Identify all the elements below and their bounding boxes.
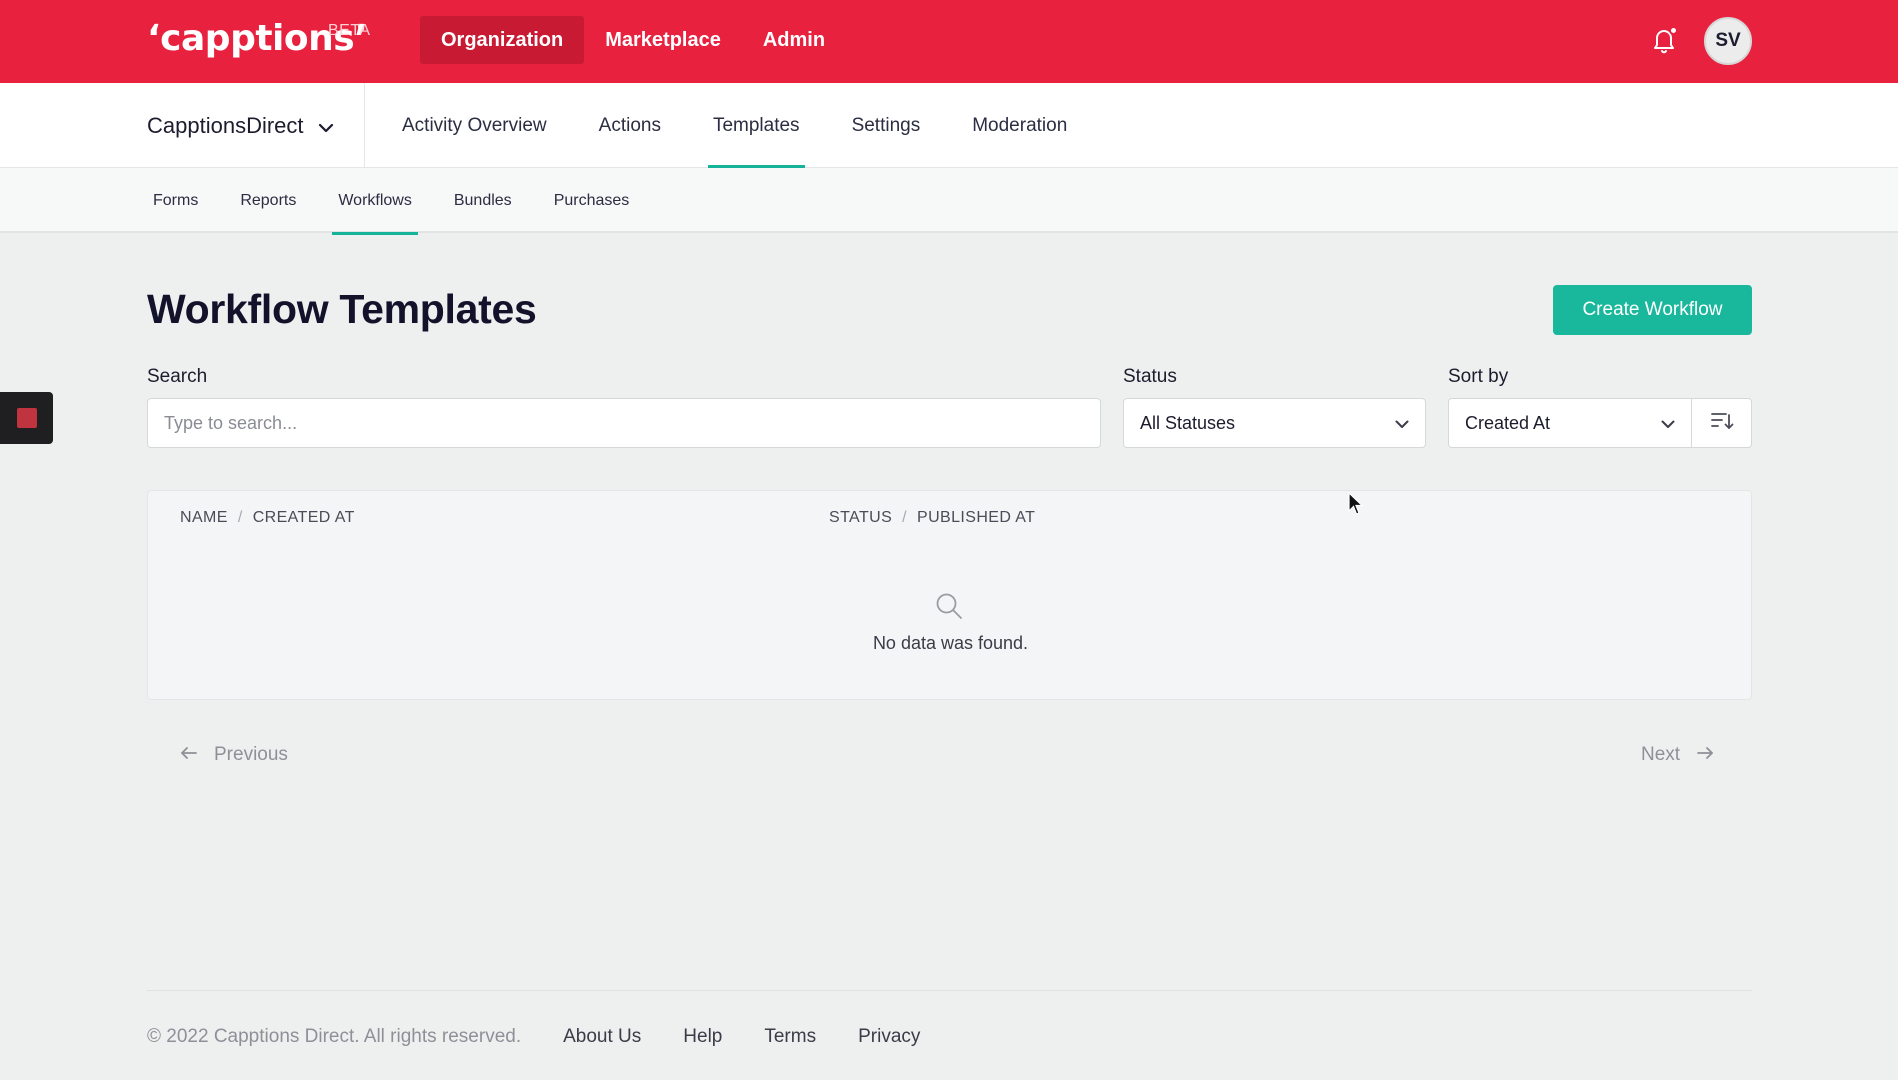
divider	[364, 83, 365, 168]
page-title: Workflow Templates	[147, 286, 537, 332]
stop-icon	[16, 408, 37, 428]
org-selector[interactable]: CapptionsDirect	[147, 83, 334, 168]
org-selector-value: CapptionsDirect	[147, 112, 304, 138]
status-label: Status	[1123, 366, 1177, 387]
search-input[interactable]: Type to search...	[147, 398, 1101, 448]
empty-state-text: No data was found.	[872, 633, 1029, 653]
tab-reports[interactable]: Reports	[219, 168, 317, 233]
template-type-bar: Forms Reports Workflows Bundles Purchase…	[0, 168, 1898, 235]
separator: /	[902, 509, 908, 526]
column-header-status-label: STATUS	[829, 509, 893, 526]
tab-purchases[interactable]: Purchases	[533, 168, 651, 233]
avatar[interactable]: SV	[1704, 17, 1752, 65]
footer-link-help[interactable]: Help	[683, 1026, 722, 1048]
templates-table: NAME / CREATED AT STATUS / PUBLISHED AT …	[147, 490, 1752, 700]
footer-link-terms[interactable]: Terms	[764, 1026, 816, 1048]
status-select[interactable]: All Statuses	[1123, 398, 1426, 448]
footer-divider	[147, 990, 1752, 991]
sort-label: Sort by	[1448, 366, 1509, 387]
chevron-down-icon	[1395, 413, 1409, 434]
footer-link-about-us[interactable]: About Us	[563, 1026, 641, 1048]
mouse-cursor-icon	[1348, 491, 1364, 521]
next-page-label: Next	[1641, 744, 1681, 765]
recording-widget[interactable]	[0, 392, 53, 444]
search-label: Search	[147, 366, 208, 387]
sort-descending-icon	[1710, 411, 1734, 436]
separator: /	[237, 509, 243, 526]
notification-dot	[1669, 26, 1678, 35]
sort-select-value: Created At	[1465, 412, 1551, 433]
bell-icon[interactable]	[1652, 26, 1680, 56]
sort-select[interactable]: Created At	[1448, 398, 1692, 448]
footer-link-privacy[interactable]: Privacy	[858, 1026, 920, 1048]
arrow-left-icon	[180, 744, 198, 766]
column-header-name[interactable]: NAME / CREATED AT	[180, 509, 355, 527]
status-select-value: All Statuses	[1140, 412, 1236, 433]
tab-actions[interactable]: Actions	[573, 83, 687, 168]
column-header-created-label: CREATED AT	[252, 509, 355, 526]
tab-workflows[interactable]: Workflows	[317, 168, 433, 235]
previous-page-button[interactable]: Previous	[180, 744, 288, 766]
topnav-marketplace[interactable]: Marketplace	[584, 16, 742, 64]
next-page-button[interactable]: Next	[1641, 744, 1714, 766]
tab-settings[interactable]: Settings	[826, 83, 947, 168]
tab-moderation[interactable]: Moderation	[946, 83, 1093, 168]
template-type-nav: Forms Reports Workflows Bundles Purchase…	[148, 168, 651, 235]
previous-page-label: Previous	[214, 744, 288, 765]
tab-activity-overview[interactable]: Activity Overview	[402, 83, 573, 168]
arrow-right-icon	[1696, 744, 1714, 766]
sort-direction-button[interactable]	[1691, 398, 1752, 448]
create-workflow-button[interactable]: Create Workflow	[1553, 285, 1752, 335]
tab-forms[interactable]: Forms	[148, 168, 219, 233]
footer: © 2022 Capptions Direct. All rights rese…	[147, 1026, 920, 1048]
column-header-status[interactable]: STATUS / PUBLISHED AT	[829, 509, 1035, 527]
column-header-name-label: NAME	[180, 509, 228, 526]
secondary-bar: CapptionsDirect Activity Overview Action…	[0, 83, 1898, 168]
chevron-down-icon	[318, 113, 334, 139]
topnav-organization[interactable]: Organization	[420, 16, 585, 64]
top-nav: Organization Marketplace Admin	[420, 16, 846, 64]
tab-bundles[interactable]: Bundles	[433, 168, 533, 233]
topnav-admin[interactable]: Admin	[742, 16, 846, 64]
beta-badge: BETA	[328, 22, 371, 39]
tab-templates[interactable]: Templates	[687, 83, 826, 168]
section-nav: Activity Overview Actions Templates Sett…	[402, 83, 1093, 168]
column-header-published-label: PUBLISHED AT	[917, 509, 1036, 526]
chevron-down-icon	[1661, 413, 1675, 434]
copyright-text: © 2022 Capptions Direct. All rights rese…	[147, 1026, 522, 1047]
search-icon	[934, 591, 964, 626]
top-bar: ‘capptions’ BETA Organization Marketplac…	[0, 0, 1898, 83]
